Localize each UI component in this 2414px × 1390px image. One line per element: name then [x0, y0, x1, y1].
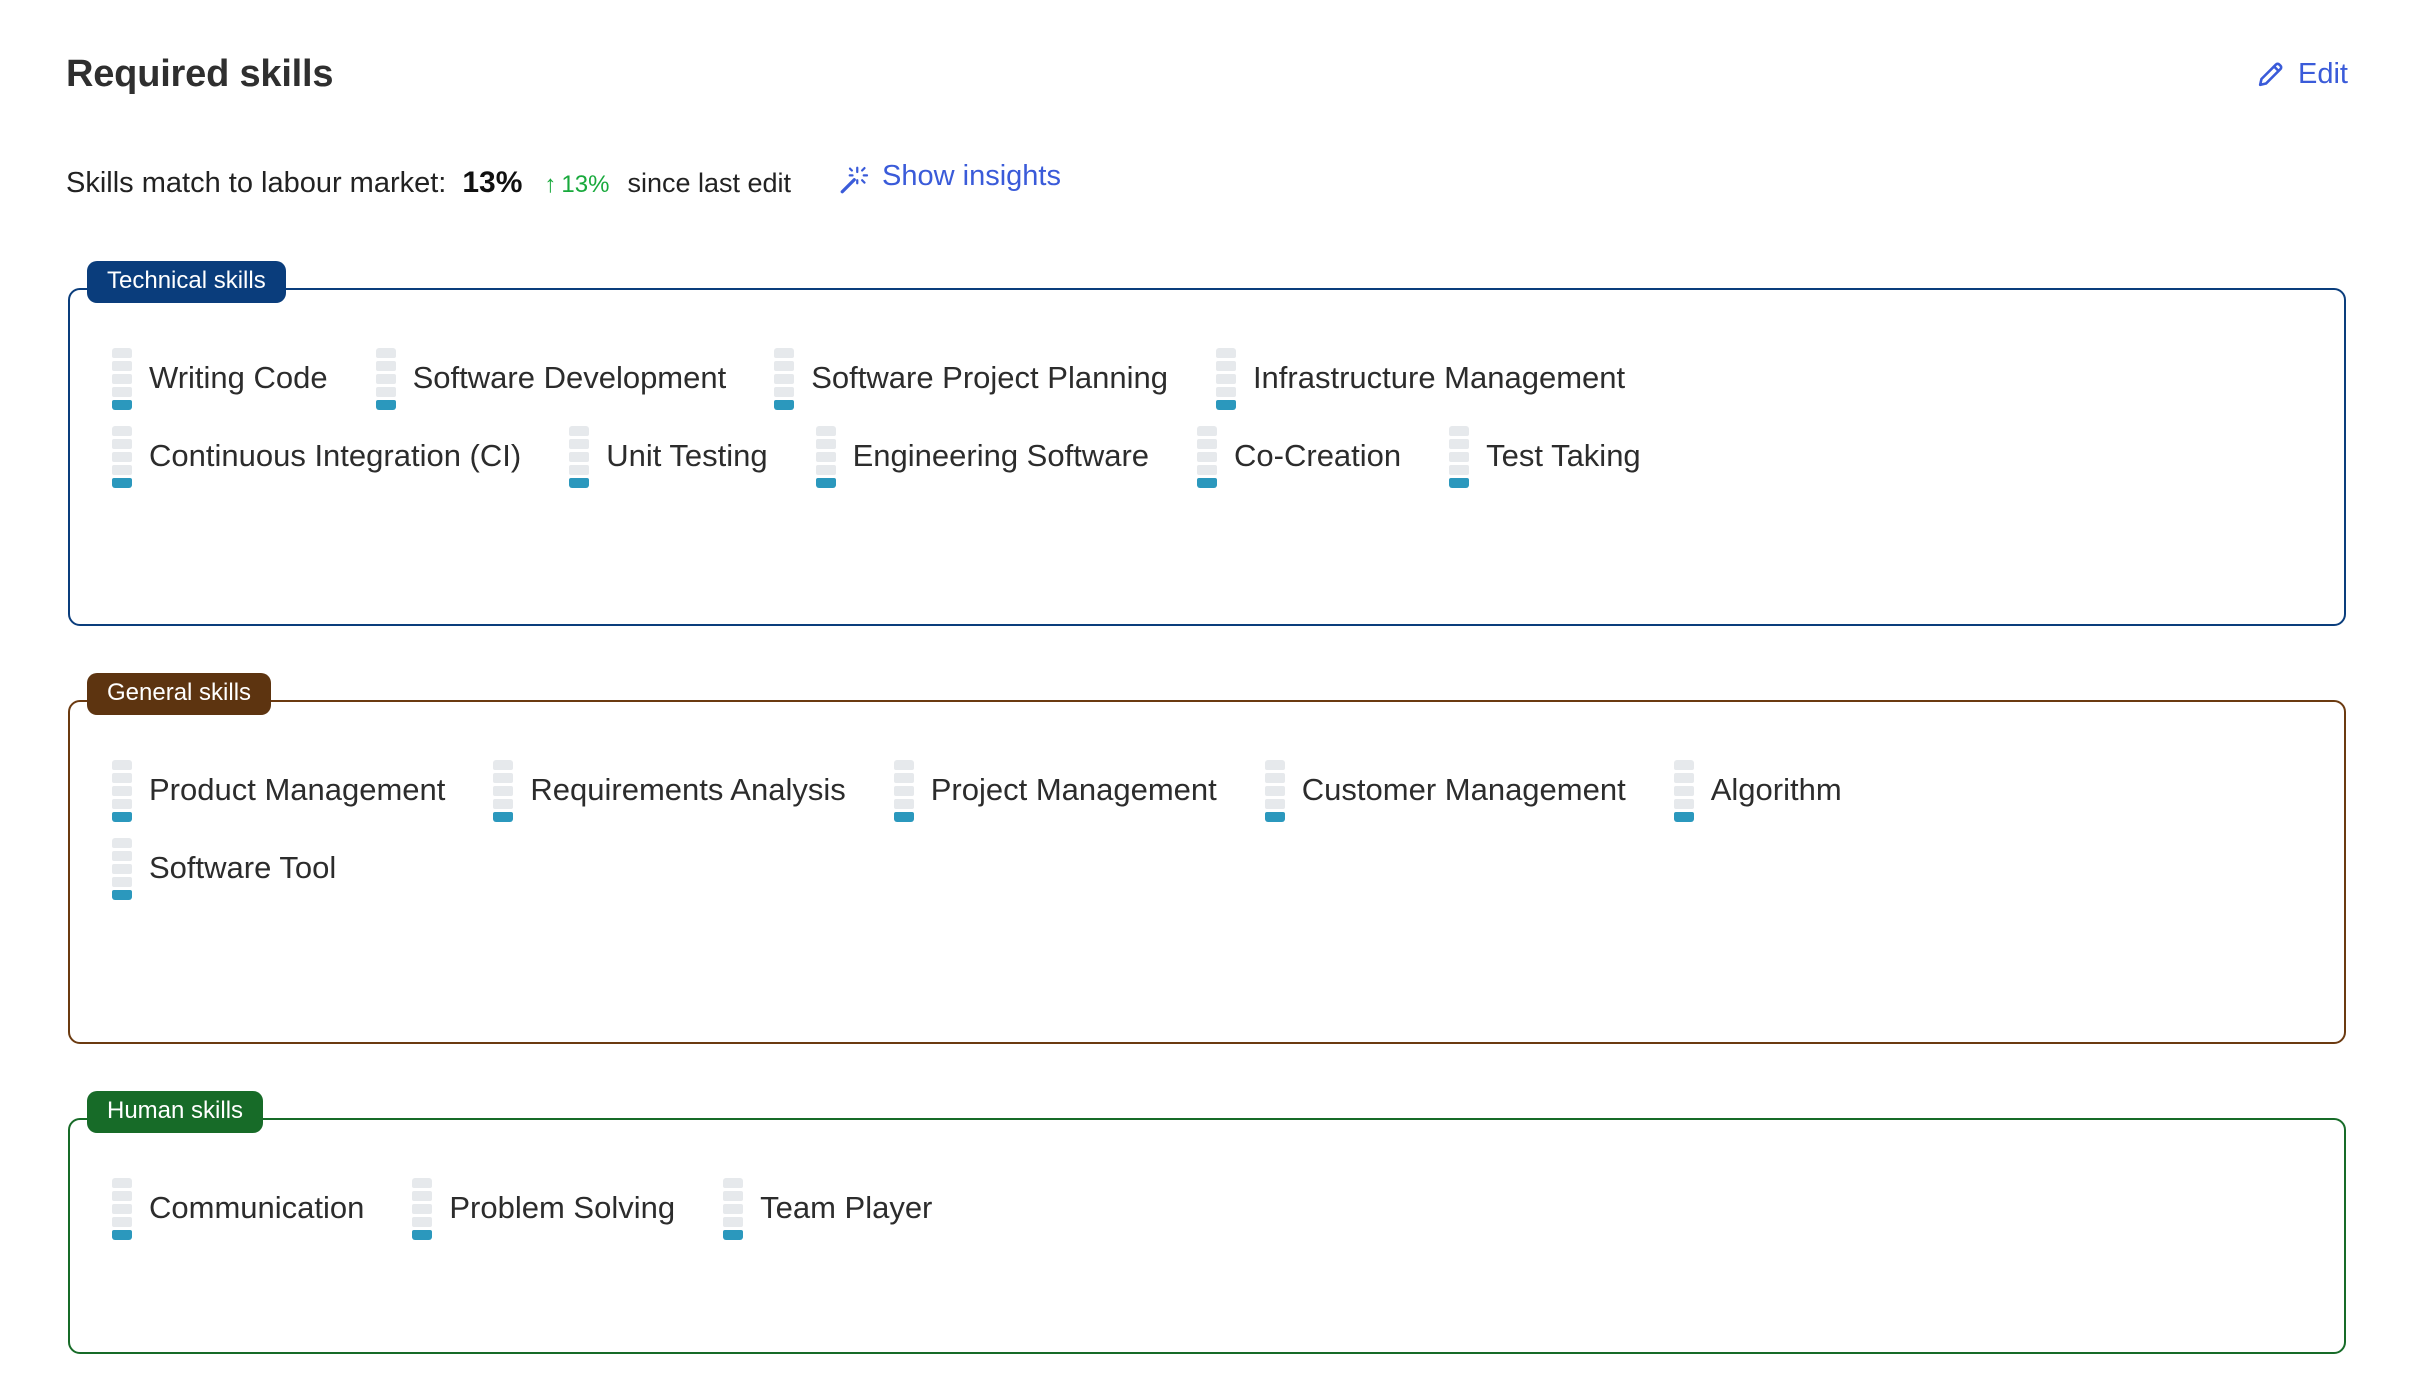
show-insights-label: Show insights [882, 160, 1061, 192]
skill-label: Software Development [412, 360, 727, 396]
skill-label: Communication [149, 1190, 365, 1226]
skill-chip[interactable]: Problem Solving [412, 1170, 699, 1248]
skill-chip[interactable]: Software Development [375, 340, 751, 418]
skill-chip[interactable]: Software Tool [112, 830, 360, 908]
skill-chip[interactable]: Unit Testing [569, 418, 791, 496]
skill-level-meter [112, 759, 132, 822]
skill-level-meter [112, 347, 132, 410]
skill-level-meter [569, 425, 590, 488]
skill-row: Software Tool [112, 830, 2302, 908]
skill-level-meter [774, 347, 795, 410]
skill-level-meter [112, 425, 132, 488]
skill-label: Project Management [930, 772, 1217, 808]
skill-chip[interactable]: Algorithm [1673, 752, 1866, 830]
skill-label: Continuous Integration (CI) [149, 438, 522, 474]
pencil-icon [2255, 59, 2286, 90]
skill-label: Co-Creation [1234, 438, 1402, 474]
skill-row: Product Management Requirements Analysis… [112, 752, 2302, 830]
page-title: Required skills [66, 53, 334, 95]
skill-label: Unit Testing [606, 438, 768, 474]
since-last-edit-label: since last edit [627, 167, 792, 198]
magic-wand-icon [839, 165, 869, 195]
skill-chip[interactable]: Requirements Analysis [493, 752, 869, 830]
group-legend-technical: Technical skills [87, 261, 286, 303]
skill-label: Software Tool [149, 850, 337, 886]
skill-chip[interactable]: Communication [112, 1170, 388, 1248]
skill-chip[interactable]: Product Management [112, 752, 469, 830]
group-body-human: Communication Problem Solving Team Playe… [82, 1126, 2332, 1272]
group-legend-human: Human skills [87, 1091, 264, 1133]
edit-button[interactable]: Edit [2255, 58, 2348, 91]
show-insights-link[interactable]: Show insights [839, 160, 1061, 193]
skill-group-human: Human skills Communication Problem Solvi… [68, 1091, 2346, 1354]
skill-label: Requirements Analysis [530, 772, 846, 808]
skill-level-meter [893, 759, 914, 822]
skill-chip[interactable]: Continuous Integration (CI) [112, 418, 545, 496]
skill-label: Product Management [149, 772, 446, 808]
arrow-up-icon: ↑ [544, 170, 557, 198]
skill-row: Communication Problem Solving Team Playe… [112, 1170, 2302, 1248]
group-body-technical: Writing Code Software Development Softwa… [82, 296, 2332, 520]
skill-level-meter [1197, 425, 1218, 488]
skill-chip[interactable]: Team Player [723, 1170, 956, 1248]
skill-label: Engineering Software [852, 438, 1150, 474]
skill-chip[interactable]: Test Taking [1449, 418, 1665, 496]
skill-level-meter [1673, 759, 1694, 822]
skill-chip[interactable]: Infrastructure Management [1215, 340, 1649, 418]
skill-chip[interactable]: Writing Code [112, 340, 352, 418]
skill-level-meter [723, 1177, 744, 1240]
skill-chip[interactable]: Customer Management [1264, 752, 1650, 830]
skill-level-meter [412, 1177, 433, 1240]
skill-level-meter [493, 759, 514, 822]
skill-chip[interactable]: Engineering Software [815, 418, 1173, 496]
skill-label: Team Player [760, 1190, 933, 1226]
skills-match-value: 13% [462, 165, 523, 199]
group-legend-general: General skills [87, 673, 272, 715]
skill-group-general: General skills Product Management Requir… [68, 673, 2346, 1044]
skill-chip[interactable]: Co-Creation [1197, 418, 1425, 496]
skills-match-delta: ↑ 13% [544, 171, 609, 199]
page-header: Required skills Edit [66, 46, 2348, 102]
edit-label: Edit [2298, 57, 2348, 90]
delta-value: 13% [561, 170, 610, 198]
skill-level-meter [112, 1177, 132, 1240]
skill-label: Writing Code [149, 360, 328, 396]
required-skills-page: Required skills Edit Skills match to lab… [0, 0, 2414, 1390]
skill-label: Customer Management [1301, 772, 1626, 808]
group-body-general: Product Management Requirements Analysis… [82, 708, 2332, 932]
skill-label: Algorithm [1710, 772, 1842, 808]
skill-level-meter [815, 425, 836, 488]
skill-label: Problem Solving [449, 1190, 676, 1226]
skill-chip[interactable]: Project Management [893, 752, 1241, 830]
skill-group-technical: Technical skills Writing Code Software D… [68, 261, 2346, 626]
skill-level-meter [1215, 347, 1236, 410]
skill-label: Test Taking [1486, 438, 1641, 474]
skill-row: Continuous Integration (CI) Unit Testing… [112, 418, 2302, 496]
skill-label: Infrastructure Management [1252, 360, 1626, 396]
skills-match-row: Skills match to labour market: 13% ↑ 13%… [66, 160, 1061, 200]
skills-match-label: Skills match to labour market: [66, 166, 447, 199]
skill-chip[interactable]: Software Project Planning [774, 340, 1192, 418]
skill-label: Software Project Planning [811, 360, 1168, 396]
skill-level-meter [112, 837, 132, 900]
skill-level-meter [1449, 425, 1470, 488]
skill-row: Writing Code Software Development Softwa… [112, 340, 2302, 418]
skill-level-meter [1264, 759, 1285, 822]
skill-level-meter [375, 347, 396, 410]
